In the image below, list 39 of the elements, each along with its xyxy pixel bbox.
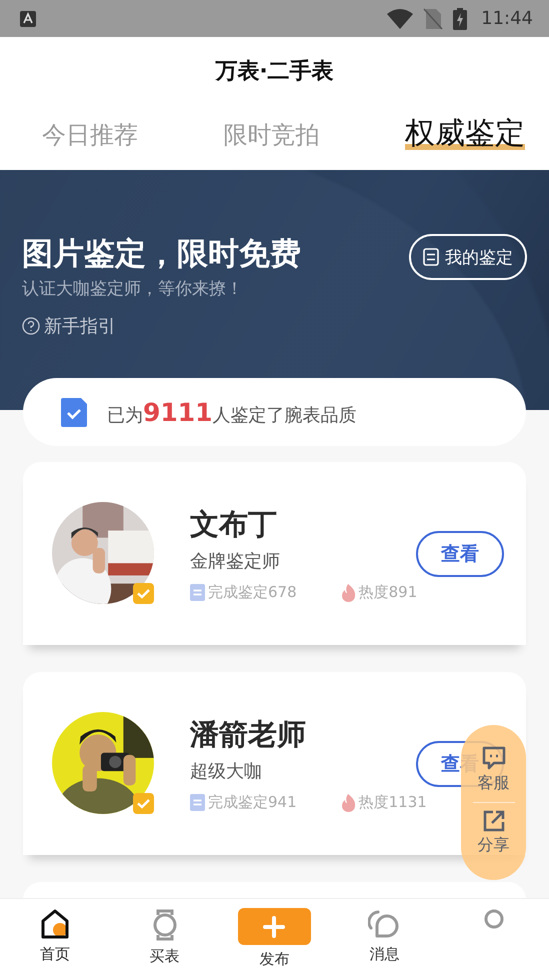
document-icon xyxy=(190,584,205,601)
keyboard-icon xyxy=(20,10,36,26)
expert-name: 潘箭老师 xyxy=(190,716,307,753)
nav-item[interactable]: 发布 xyxy=(234,908,314,969)
clock-time: 11:44 xyxy=(481,8,533,29)
expert-title: 金牌鉴定师 xyxy=(190,550,281,573)
view-button[interactable]: 查看 xyxy=(416,530,504,576)
popularity: 热度891 xyxy=(358,583,418,602)
nav-item[interactable]: 消息 xyxy=(344,908,424,964)
banner-headline: 图片鉴定，限时免费 xyxy=(22,236,301,274)
nav-item[interactable]: 买表 xyxy=(124,908,205,966)
flame-icon xyxy=(340,794,356,812)
chat-bubbles-icon xyxy=(368,908,400,940)
share-button[interactable]: 分享 xyxy=(478,803,510,864)
checked-document-icon xyxy=(61,398,87,426)
share-icon xyxy=(482,809,506,833)
app-title: 万表·二手表 xyxy=(215,58,334,86)
battery-icon xyxy=(453,8,468,30)
flame-icon xyxy=(340,584,356,602)
stats-text: 已为9111人鉴定了腕表品质 xyxy=(107,398,357,426)
appraisal-count: 完成鉴定941 xyxy=(208,793,297,812)
popularity: 热度1131 xyxy=(358,793,427,812)
chat-icon xyxy=(480,745,506,771)
my-appraisals-button[interactable]: 我的鉴定 xyxy=(409,234,527,280)
expert-title: 超级大咖 xyxy=(190,760,263,783)
nav-item[interactable]: 首页 xyxy=(14,908,95,964)
appraisal-count: 完成鉴定678 xyxy=(208,583,297,602)
home-icon xyxy=(40,908,70,940)
expert-name: 文布丁 xyxy=(190,506,278,543)
no-sim-icon xyxy=(423,8,444,30)
document-icon xyxy=(190,794,205,811)
person-icon xyxy=(483,908,506,930)
banner-subline: 认证大咖鉴定师，等你来撩！ xyxy=(22,278,244,300)
guide-link[interactable]: 新手指引 xyxy=(22,314,116,338)
help-icon xyxy=(22,317,40,336)
add-icon xyxy=(238,908,311,945)
wifi-icon xyxy=(387,8,414,28)
list-icon xyxy=(423,248,439,266)
watch-icon xyxy=(150,908,179,942)
